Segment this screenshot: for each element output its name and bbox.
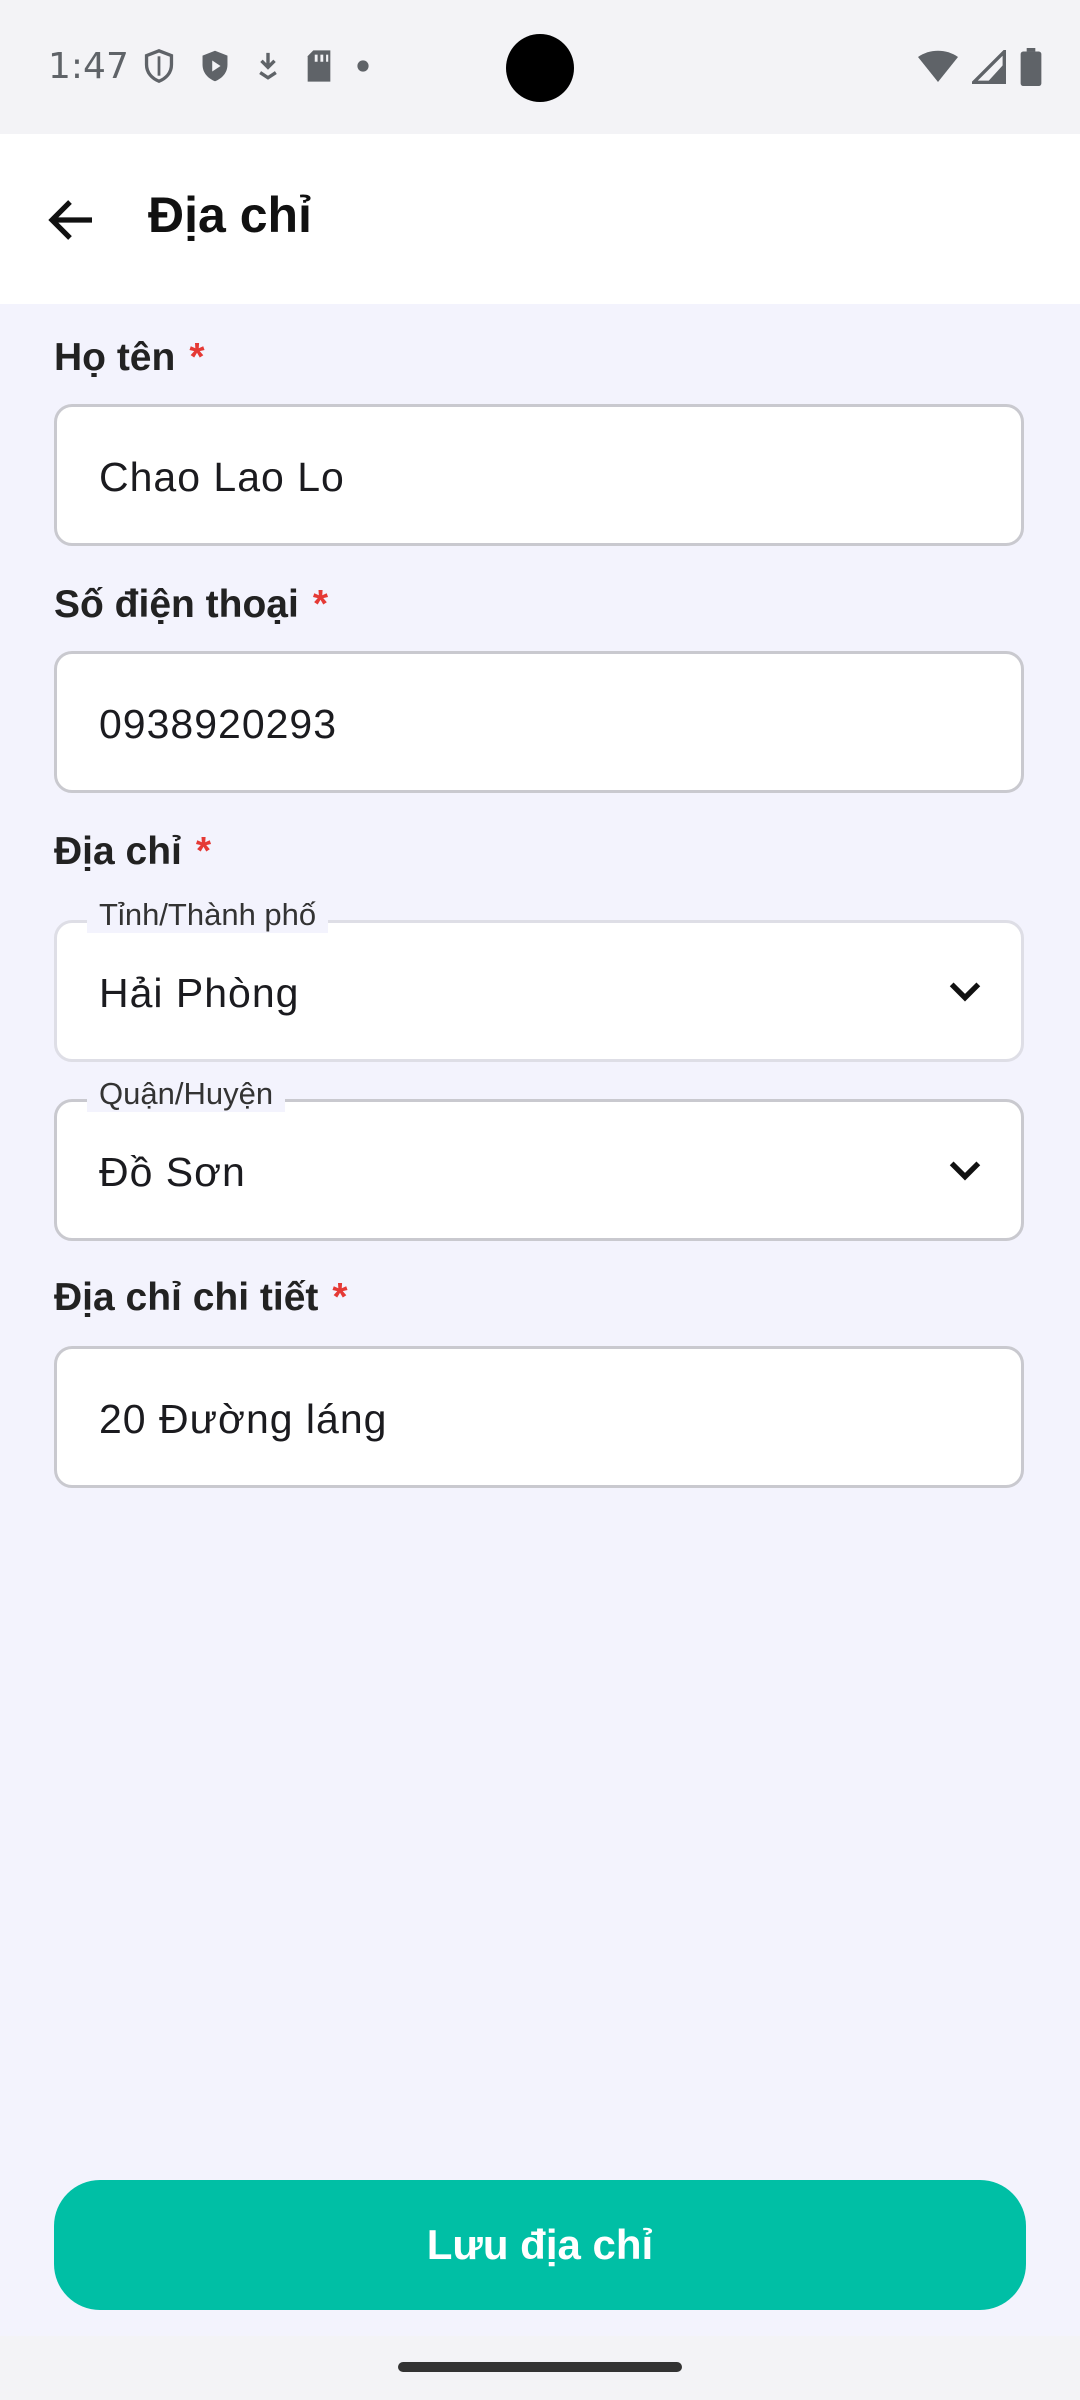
- required-mark: *: [312, 583, 329, 626]
- chevron-down-icon: [949, 1161, 981, 1181]
- sd-card-icon: [307, 50, 331, 82]
- chevron-down-icon: [949, 982, 981, 1002]
- detail-label: Địa chỉ chi tiết *: [54, 1276, 348, 1320]
- name-value: Chao Lao Lo: [99, 454, 345, 500]
- battery-icon: [1020, 48, 1042, 86]
- name-field[interactable]: Chao Lao Lo: [54, 404, 1024, 546]
- name-label: Họ tên *: [54, 336, 205, 380]
- province-floating-label: Tỉnh/Thành phố: [87, 897, 329, 933]
- status-icons-left: [142, 48, 370, 84]
- province-value: Hải Phòng: [99, 970, 300, 1016]
- phone-value: 0938920293: [99, 701, 338, 747]
- page-title: Địa chỉ: [148, 187, 312, 243]
- arrow-left-icon: [48, 200, 92, 240]
- detail-label-text: Địa chỉ chi tiết: [54, 1276, 319, 1319]
- district-value: Đồ Sơn: [99, 1149, 246, 1195]
- detail-value: 20 Đường láng: [99, 1396, 388, 1442]
- dot-icon: [357, 60, 369, 72]
- shield-play-icon: [202, 50, 228, 82]
- save-address-button[interactable]: Lưu địa chỉ: [54, 2180, 1026, 2310]
- wifi-icon: [918, 50, 958, 82]
- district-floating-label: Quận/Huyện: [87, 1076, 286, 1112]
- required-mark: *: [189, 336, 205, 379]
- back-button[interactable]: [36, 180, 108, 260]
- district-select[interactable]: Quận/Huyện Đồ Sơn: [54, 1076, 1024, 1241]
- phone-label: Số điện thoại *: [54, 583, 328, 627]
- phone-field[interactable]: 0938920293: [54, 651, 1024, 793]
- camera-cutout: [506, 34, 574, 102]
- signal-icon: [972, 50, 1006, 84]
- required-mark: *: [195, 830, 212, 873]
- home-indicator[interactable]: [398, 2362, 682, 2372]
- name-label-text: Họ tên: [54, 336, 176, 379]
- download-icon: [259, 52, 277, 80]
- detail-field[interactable]: 20 Đường láng: [54, 1346, 1024, 1488]
- status-icons-right: [918, 48, 1042, 86]
- phone-label-text: Số điện thoại: [54, 583, 299, 626]
- shield-outline-icon: [144, 48, 174, 84]
- address-label: Địa chỉ *: [54, 830, 211, 874]
- required-mark: *: [332, 1276, 348, 1319]
- status-time: 1:47: [48, 46, 129, 87]
- address-label-text: Địa chỉ: [54, 830, 182, 873]
- province-select[interactable]: Tỉnh/Thành phố Hải Phòng: [54, 897, 1024, 1062]
- status-bar: 1:47: [0, 0, 1080, 134]
